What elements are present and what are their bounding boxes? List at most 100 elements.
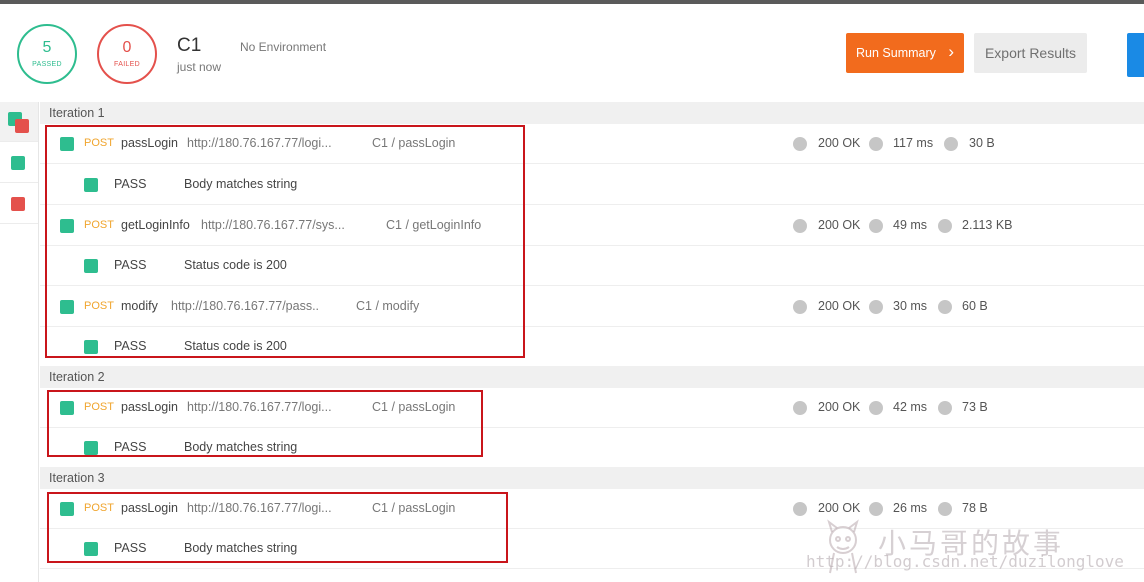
filter-all[interactable] xyxy=(0,102,38,142)
test-name: Status code is 200 xyxy=(184,339,287,353)
request-row[interactable]: POST modify http://180.76.167.77/pass.. … xyxy=(40,287,1144,327)
response-status: 200 OK xyxy=(818,400,861,414)
environment-label: No Environment xyxy=(240,40,327,54)
time-dot xyxy=(869,137,883,151)
test-result: PASS xyxy=(114,541,147,555)
test-row: PASS Body matches string xyxy=(40,165,1144,205)
filter-failed[interactable] xyxy=(0,184,38,224)
test-name: Body matches string xyxy=(184,177,298,191)
response-status: 200 OK xyxy=(818,501,861,515)
test-name: Body matches string xyxy=(184,440,298,454)
fail-filter-icon xyxy=(11,197,25,211)
request-row[interactable]: POST getLoginInfo http://180.76.167.77/s… xyxy=(40,206,1144,246)
status-dot xyxy=(793,300,807,314)
test-row: PASS Status code is 200 xyxy=(40,246,1144,286)
all-fail-icon xyxy=(15,119,29,133)
failed-count: 0 xyxy=(122,39,132,56)
request-path: C1 / passLogin xyxy=(372,501,456,515)
size-dot xyxy=(944,137,958,151)
test-row: PASS Body matches string xyxy=(40,428,1144,468)
request-name: getLoginInfo xyxy=(121,218,190,232)
passed-count: 5 xyxy=(42,39,52,56)
response-size: 60 B xyxy=(962,299,988,313)
export-results-button[interactable]: Export Results xyxy=(974,33,1087,73)
request-path: C1 / getLoginInfo xyxy=(386,218,482,232)
request-method: POST xyxy=(84,137,114,149)
test-result: PASS xyxy=(114,440,147,454)
test-pass-icon xyxy=(84,178,98,192)
status-dot xyxy=(793,219,807,233)
request-status-icon xyxy=(60,401,74,415)
time-dot xyxy=(869,502,883,516)
test-name: Body matches string xyxy=(184,541,298,555)
test-pass-icon xyxy=(84,340,98,354)
run-timestamp: just now xyxy=(177,60,222,74)
filter-passed[interactable] xyxy=(0,143,38,183)
request-url: http://180.76.167.77/sys... xyxy=(201,218,345,232)
request-method: POST xyxy=(84,502,114,514)
test-pass-icon xyxy=(84,259,98,273)
status-dot xyxy=(793,137,807,151)
iteration-header: Iteration 1 xyxy=(40,102,1144,124)
request-path: C1 / modify xyxy=(356,299,420,313)
test-result: PASS xyxy=(114,339,147,353)
failed-label: FAILED xyxy=(114,61,140,68)
request-name: passLogin xyxy=(121,400,178,414)
response-size: 73 B xyxy=(962,400,988,414)
response-time: 117 ms xyxy=(893,136,934,150)
iteration-header: Iteration 2 xyxy=(40,366,1144,388)
filter-sidebar xyxy=(0,102,39,582)
request-path: C1 / passLogin xyxy=(372,400,456,414)
request-name: passLogin xyxy=(121,136,178,150)
response-size: 30 B xyxy=(969,136,995,150)
request-name: passLogin xyxy=(121,501,178,515)
status-dot xyxy=(793,401,807,415)
request-row[interactable]: POST passLogin http://180.76.167.77/logi… xyxy=(40,124,1144,164)
iteration-header: Iteration 3 xyxy=(40,467,1144,489)
request-status-icon xyxy=(60,502,74,516)
run-summary-button[interactable]: Run Summary › xyxy=(846,33,964,73)
size-dot xyxy=(938,401,952,415)
request-method: POST xyxy=(84,219,114,231)
response-size: 78 B xyxy=(962,501,988,515)
request-status-icon xyxy=(60,137,74,151)
blue-action-button[interactable] xyxy=(1127,33,1144,77)
response-status: 200 OK xyxy=(818,299,861,313)
request-url: http://180.76.167.77/logi... xyxy=(187,501,332,515)
response-time: 49 ms xyxy=(893,218,928,232)
status-dot xyxy=(793,502,807,516)
test-result: PASS xyxy=(114,258,147,272)
response-status: 200 OK xyxy=(818,218,861,232)
request-method: POST xyxy=(84,300,114,312)
test-pass-icon xyxy=(84,542,98,556)
run-header: 5 PASSED 0 FAILED C1 just now No Environ… xyxy=(0,4,1144,102)
response-status: 200 OK xyxy=(818,136,861,150)
time-dot xyxy=(869,401,883,415)
request-url: http://180.76.167.77/pass.. xyxy=(171,299,320,313)
run-summary-label: Run Summary xyxy=(856,46,936,60)
failed-counter[interactable]: 0 FAILED xyxy=(97,24,157,84)
response-time: 26 ms xyxy=(893,501,928,515)
test-name: Status code is 200 xyxy=(184,258,287,272)
chevron-right-icon: › xyxy=(948,42,954,61)
response-size: 2.113 KB xyxy=(962,218,1013,232)
test-row: PASS Status code is 200 xyxy=(40,327,1144,367)
request-method: POST xyxy=(84,401,114,413)
request-url: http://180.76.167.77/logi... xyxy=(187,136,332,150)
results-list: Iteration 1 POST passLogin http://180.76… xyxy=(40,102,1144,582)
request-row[interactable]: POST passLogin http://180.76.167.77/logi… xyxy=(40,388,1144,428)
request-status-icon xyxy=(60,219,74,233)
size-dot xyxy=(938,300,952,314)
test-result: PASS xyxy=(114,177,147,191)
passed-counter[interactable]: 5 PASSED xyxy=(17,24,77,84)
test-pass-icon xyxy=(84,441,98,455)
size-dot xyxy=(938,219,952,233)
request-url: http://180.76.167.77/logi... xyxy=(187,400,332,414)
passed-label: PASSED xyxy=(32,61,62,68)
collection-name: C1 xyxy=(177,35,202,56)
watermark-url: http://blog.csdn.net/duzilonglove xyxy=(806,552,1124,571)
request-name: modify xyxy=(121,299,158,313)
response-time: 42 ms xyxy=(893,400,928,414)
size-dot xyxy=(938,502,952,516)
response-time: 30 ms xyxy=(893,299,928,313)
